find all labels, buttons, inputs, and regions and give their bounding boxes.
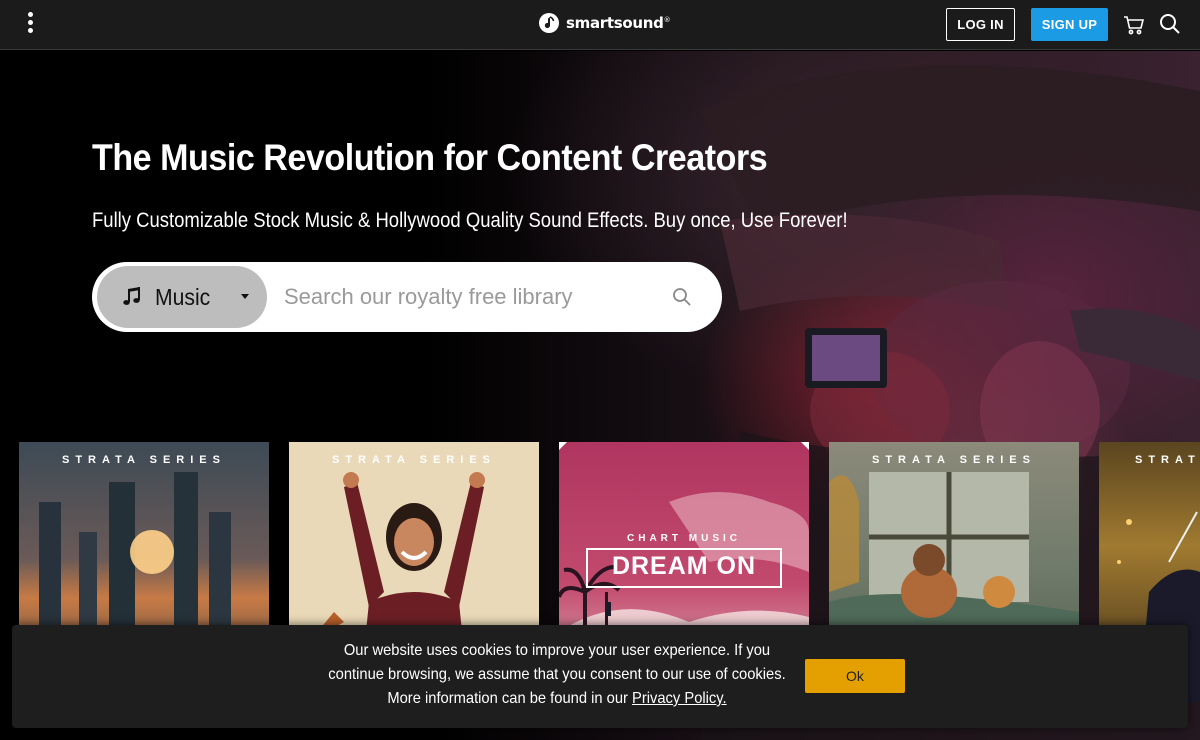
brand-logo[interactable]: smartsound® <box>538 10 671 36</box>
cookie-message: Our website uses cookies to improve your… <box>328 642 786 707</box>
cart-icon[interactable] <box>1122 13 1146 37</box>
search-icon[interactable] <box>1158 12 1182 36</box>
hero-title: The Music Revolution for Content Creator… <box>92 137 768 178</box>
privacy-policy-link[interactable]: Privacy Policy. <box>632 690 727 707</box>
brand-name: smartsound® <box>566 14 671 32</box>
cookie-banner: Our website uses cookies to improve your… <box>12 625 1188 728</box>
category-dropdown[interactable]: Music <box>97 266 267 328</box>
kebab-menu-icon[interactable] <box>22 12 38 36</box>
search-input[interactable] <box>284 279 654 315</box>
cookie-ok-button[interactable]: Ok <box>805 659 905 693</box>
category-label: Music <box>155 284 211 310</box>
album-title: DREAM ON <box>611 552 757 580</box>
album-series-label: STRATA SERIES <box>62 454 226 466</box>
top-header: smartsound® LOG IN SIGN UP <box>0 0 1200 50</box>
signup-button[interactable]: SIGN UP <box>1031 8 1108 41</box>
album-series-label: STRATA SERIES <box>332 454 496 466</box>
library-search-bar: Music <box>92 262 722 332</box>
login-button[interactable]: LOG IN <box>946 8 1015 41</box>
album-series-label: STRATA SERIES <box>872 454 1036 466</box>
album-category-label: CHART MUSIC <box>627 533 741 544</box>
smartsound-logo-icon <box>539 13 559 33</box>
chevron-down-icon <box>241 294 249 299</box>
album-series-label: STRAT <box>1135 454 1200 466</box>
search-submit-icon[interactable] <box>672 287 692 307</box>
hero-subtitle: Fully Customizable Stock Music & Hollywo… <box>92 209 848 232</box>
music-note-icon <box>123 287 140 305</box>
